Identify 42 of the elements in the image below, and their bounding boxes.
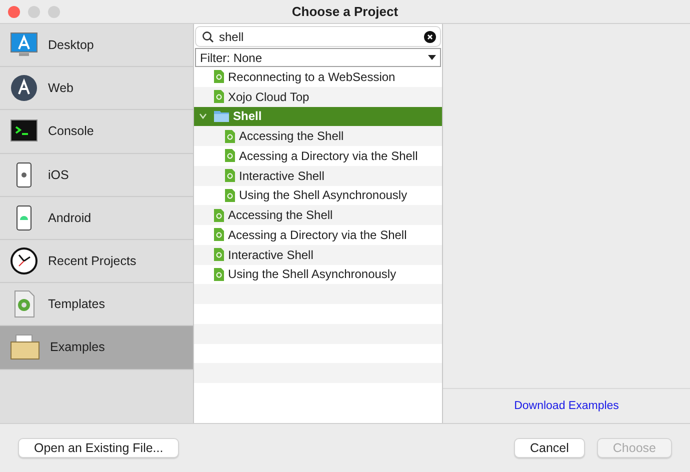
- sidebar-item[interactable]: Desktop: [0, 24, 193, 68]
- tree-row[interactable]: Interactive Shell: [194, 244, 442, 264]
- download-link[interactable]: Download Examples: [514, 400, 619, 412]
- document-icon: [214, 208, 224, 222]
- document-icon: [225, 130, 235, 143]
- sidebar-item[interactable]: Web: [0, 67, 193, 110]
- filter-dropdown[interactable]: Filter: None: [195, 48, 441, 67]
- sidebar-item[interactable]: Console: [0, 110, 193, 154]
- clock-icon: [10, 247, 38, 276]
- window-title: Choose a Project: [292, 4, 398, 19]
- tree-row[interactable]: Xojo Cloud Top: [194, 86, 442, 106]
- dialog-button[interactable]: Cancel: [514, 438, 585, 458]
- sidebar-item[interactable]: iOS: [0, 154, 193, 197]
- document-icon: [214, 228, 224, 242]
- search-icon: [202, 30, 214, 42]
- sidebar-item[interactable]: Recent Projects: [0, 240, 193, 284]
- clear-icon[interactable]: [424, 30, 436, 42]
- chevron-icon[interactable]: [199, 112, 207, 120]
- document-icon: [225, 169, 235, 182]
- dialog-button[interactable]: Open an Existing File...: [18, 438, 180, 458]
- tree-row[interactable]: Accessing the Shell: [194, 205, 442, 225]
- globe-icon: [10, 74, 38, 102]
- document-icon: [214, 70, 224, 84]
- minimize-button[interactable]: [28, 6, 40, 18]
- document-icon: [214, 248, 224, 262]
- document-icon: [214, 268, 224, 281]
- dropdown-caret-icon: [428, 55, 436, 60]
- zoom-button[interactable]: [48, 6, 60, 18]
- document-icon: [225, 149, 235, 162]
- tree-row[interactable]: Interactive Shell: [194, 166, 442, 186]
- close-button[interactable]: [8, 6, 20, 18]
- sidebar-item[interactable]: Android: [0, 196, 193, 240]
- document-icon: [214, 90, 224, 104]
- tree-row[interactable]: Accessing the Shell: [194, 126, 442, 146]
- folder-icon: [214, 110, 229, 122]
- sidebar-item[interactable]: Examples: [0, 326, 193, 370]
- tree-row[interactable]: Using the Shell Asynchronously: [194, 186, 442, 206]
- search-field[interactable]: shell: [195, 26, 441, 47]
- tree-row[interactable]: Using the Shell Asynchronously: [194, 264, 442, 284]
- folder-icon: [10, 333, 40, 362]
- document-icon: [225, 188, 235, 202]
- tree-row[interactable]: Shell: [194, 106, 442, 126]
